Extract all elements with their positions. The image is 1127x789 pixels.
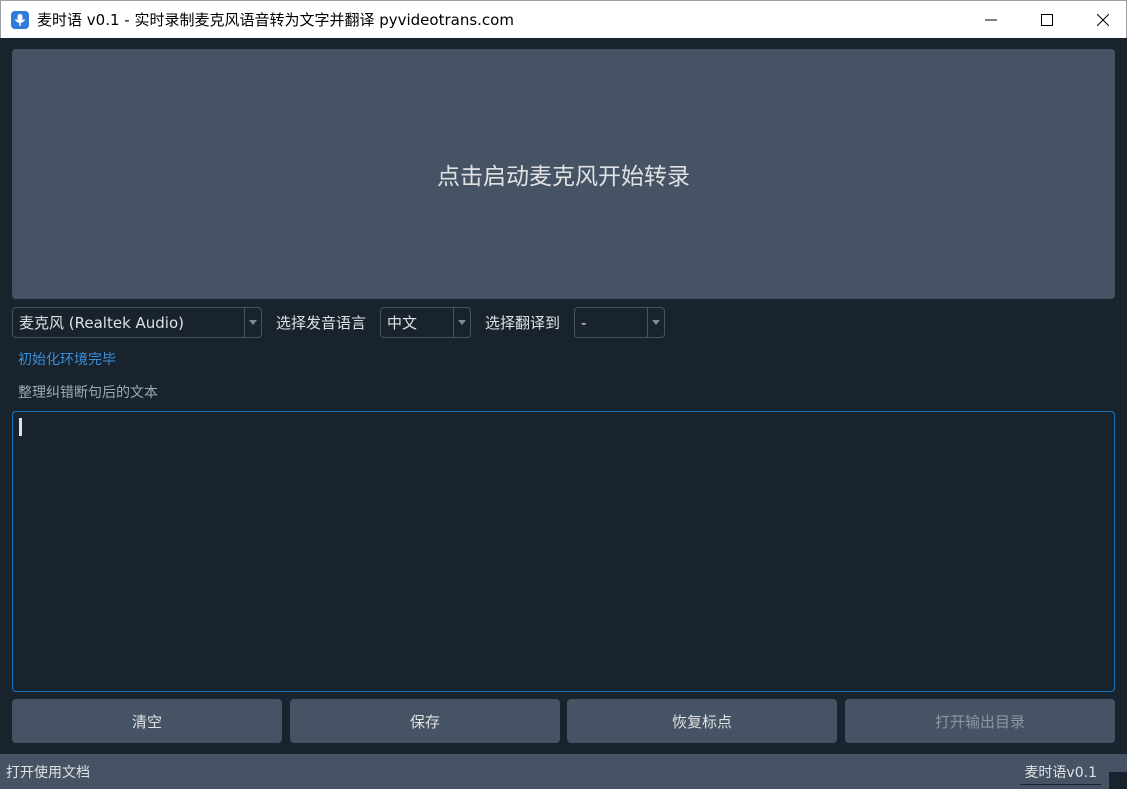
status-bar: 打开使用文档 麦时语v0.1 [0, 754, 1127, 789]
editor-label: 整理纠错断句后的文本 [18, 385, 158, 401]
maximize-button[interactable] [1024, 1, 1070, 38]
open-output-folder-button[interactable]: 打开输出目录 [845, 699, 1115, 743]
close-icon [1097, 13, 1109, 26]
resize-grip[interactable] [1109, 772, 1127, 789]
chevron-down-icon [244, 308, 261, 337]
start-microphone-button[interactable]: 点击启动麦克风开始转录 [12, 49, 1115, 299]
controls-row: 麦克风 (Realtek Audio) 选择发音语言 中文 选择翻译到 - [12, 307, 666, 338]
init-status-text: 初始化环境完毕 [18, 352, 116, 368]
target-language-value: - [581, 313, 587, 332]
start-microphone-label: 点击启动麦克风开始转录 [437, 164, 690, 190]
microphone-device-select[interactable]: 麦克风 (Realtek Audio) [12, 307, 262, 338]
title-bar[interactable]: 麦时语 v0.1 - 实时录制麦克风语音转为文字并翻译 pyvideotrans… [0, 0, 1127, 38]
chevron-down-icon [453, 308, 470, 337]
minimize-button[interactable] [968, 1, 1014, 38]
source-language-label: 选择发音语言 [276, 314, 367, 332]
source-language-value: 中文 [387, 314, 418, 332]
version-label[interactable]: 麦时语v0.1 [1020, 762, 1101, 785]
open-docs-link[interactable]: 打开使用文档 [6, 762, 90, 782]
close-button[interactable] [1080, 1, 1126, 38]
transcript-textarea[interactable] [12, 411, 1115, 692]
clear-button[interactable]: 清空 [12, 699, 282, 743]
target-language-select[interactable]: - [574, 307, 666, 338]
target-language-label: 选择翻译到 [485, 314, 561, 332]
text-caret [19, 418, 22, 436]
microphone-icon [11, 10, 29, 29]
save-button[interactable]: 保存 [290, 699, 560, 743]
restore-punctuation-button[interactable]: 恢复标点 [567, 699, 837, 743]
source-language-select[interactable]: 中文 [380, 307, 472, 338]
maximize-icon [1041, 13, 1053, 26]
microphone-device-value: 麦克风 (Realtek Audio) [19, 314, 185, 332]
minimize-icon [985, 19, 997, 20]
window-title: 麦时语 v0.1 - 实时录制麦克风语音转为文字并翻译 pyvideotrans… [37, 11, 514, 29]
chevron-down-icon [647, 308, 664, 337]
